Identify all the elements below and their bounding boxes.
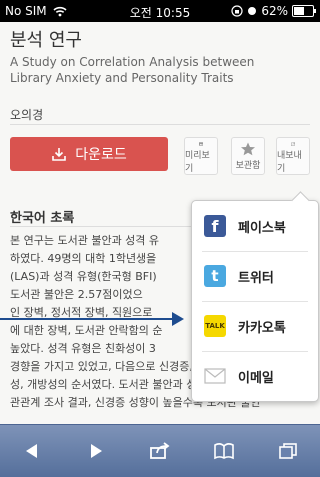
page-content: 분석 연구 A Study on Correlation Analysis be… <box>0 22 320 424</box>
image-icon <box>199 142 203 146</box>
share-button[interactable] <box>138 429 182 473</box>
tabs-button[interactable] <box>266 429 310 473</box>
save-button[interactable]: 보관함 <box>231 137 265 175</box>
article-subtitle: A Study on Correlation Analysis between … <box>10 55 255 85</box>
save-label: 보관함 <box>235 161 261 171</box>
annotation-arrow <box>0 318 174 320</box>
download-label: 다운로드 <box>75 147 127 163</box>
twitter-icon: t <box>204 265 226 287</box>
tabs-icon <box>279 443 297 459</box>
back-button[interactable] <box>10 429 54 473</box>
battery-percent: 62% <box>261 4 288 18</box>
export-button[interactable]: 내보내기 <box>276 137 310 175</box>
star-icon <box>241 142 255 156</box>
status-bar: No SIM 오전 10:55 62% <box>0 0 320 22</box>
share-kakaotalk[interactable]: TALK 카카오톡 <box>192 301 318 351</box>
abstract-heading: 한국어 초록 <box>10 211 75 226</box>
forward-button[interactable] <box>74 429 118 473</box>
battery-icon <box>292 5 316 17</box>
bookmarks-button[interactable] <box>202 429 246 473</box>
preview-label: 미리보기 <box>185 151 210 174</box>
share-label: 카카오톡 <box>238 320 286 336</box>
back-icon <box>26 444 37 458</box>
share-facebook[interactable]: f 페이스북 <box>192 201 318 251</box>
share-icon <box>150 442 170 459</box>
export-icon <box>291 142 295 146</box>
download-icon <box>52 148 67 161</box>
share-label: 트위터 <box>238 270 274 286</box>
share-menu: f 페이스북 t 트위터 TALK 카카오톡 이메일 <box>191 191 319 402</box>
facebook-icon: f <box>204 215 226 237</box>
share-twitter[interactable]: t 트위터 <box>192 251 318 301</box>
article-author[interactable]: 오의경 <box>10 106 43 123</box>
kakaotalk-icon: TALK <box>204 315 226 337</box>
browser-toolbar <box>0 424 320 477</box>
alarm-icon <box>248 7 257 15</box>
battery-fill <box>294 7 304 15</box>
email-icon <box>204 365 226 387</box>
preview-button[interactable]: 미리보기 <box>184 137 218 175</box>
rotation-lock-icon <box>231 5 243 17</box>
article-title: 분석 연구 <box>10 30 82 51</box>
annotation-arrow-head <box>172 312 184 326</box>
divider <box>10 124 310 125</box>
forward-icon <box>91 444 102 458</box>
bookmarks-icon <box>214 443 234 460</box>
share-email[interactable]: 이메일 <box>192 351 318 401</box>
share-label: 페이스북 <box>238 220 286 236</box>
download-button[interactable]: 다운로드 <box>10 137 168 171</box>
share-label: 이메일 <box>238 370 274 386</box>
export-label: 내보내기 <box>277 151 302 174</box>
